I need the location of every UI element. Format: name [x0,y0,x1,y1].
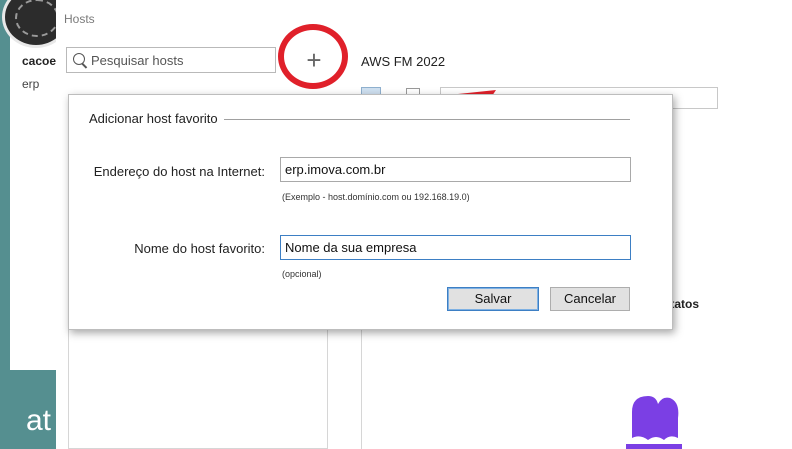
brand-logo-icon [626,396,682,449]
search-input[interactable] [91,48,271,72]
host-address-field[interactable] [280,157,631,182]
search-icon [73,53,85,65]
search-box[interactable] [66,47,276,73]
cancel-button[interactable]: Cancelar [550,287,630,311]
highlight-circle-annotation [278,24,348,89]
add-favorite-host-dialog: Adicionar host favorito Endereço do host… [68,94,673,330]
dialog-title: Adicionar host favorito [89,111,224,126]
host-address-label: Endereço do host na Internet: [93,164,265,179]
save-button[interactable]: Salvar [447,287,539,311]
profile-name: AWS FM 2022 [361,54,446,69]
host-address-hint: (Exemplo - host.domínio.com ou 192.168.1… [282,192,470,202]
favorite-name-field[interactable] [280,235,631,260]
window-title: Hosts [64,12,95,26]
hosts-window: Hosts + AWS FM 2022 contatos Adicionar h… [56,0,792,449]
background-sublabel: erp [22,77,40,91]
favorite-name-label: Nome do host favorito: [134,241,265,256]
background-bottom-text: at [26,404,52,437]
favorite-name-hint: (opcional) [282,269,322,279]
background-app-panel: cacoes erp [2,0,70,370]
